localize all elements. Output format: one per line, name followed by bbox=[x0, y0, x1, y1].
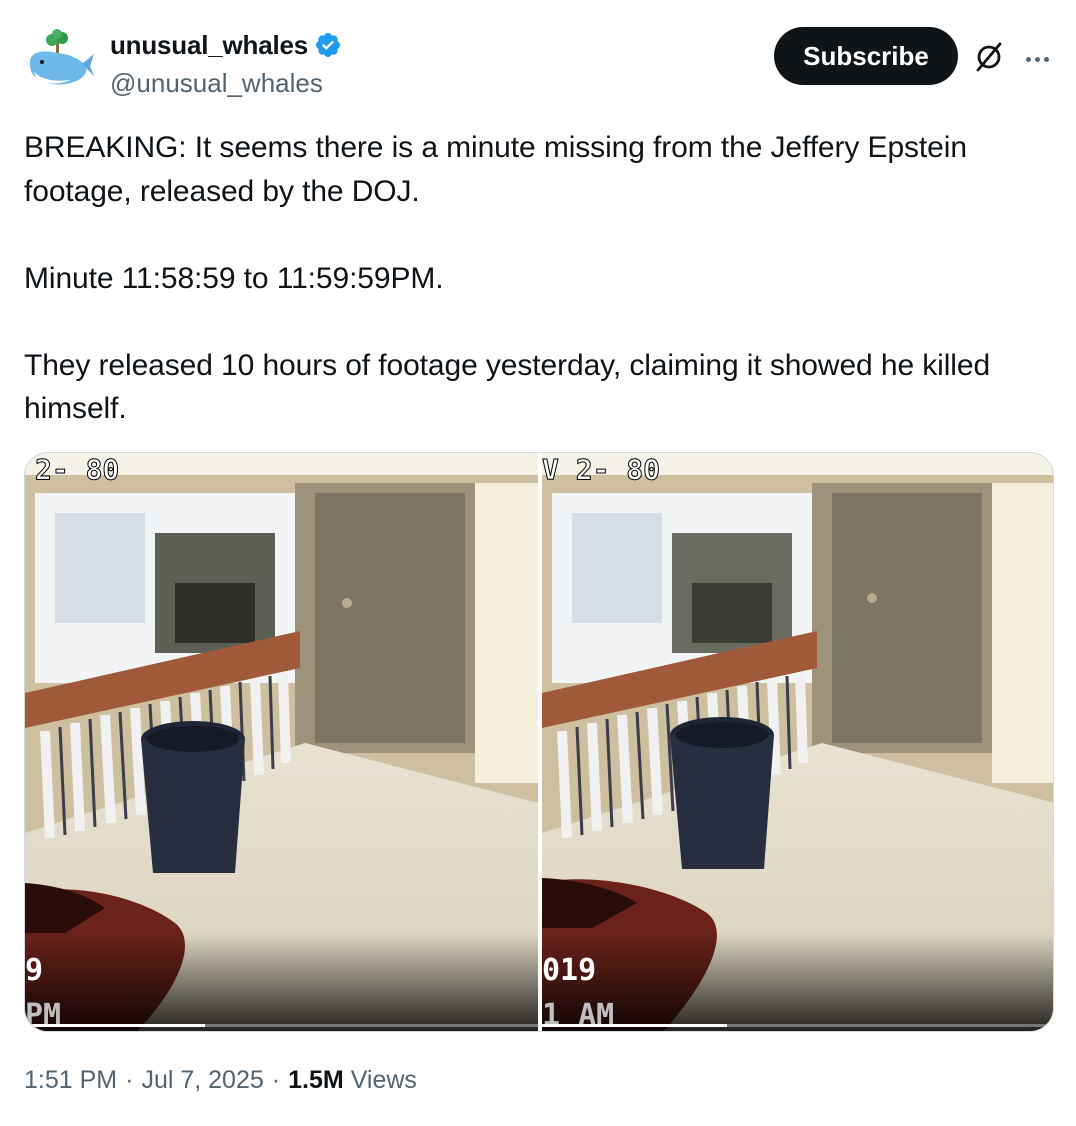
handle[interactable]: @unusual_whales bbox=[110, 68, 342, 99]
tweet-paragraph: Minute 11:58:59 to 11:59:59PM. bbox=[24, 261, 444, 295]
tweet-header: unusual_whales @unusual_whales Subscribe bbox=[24, 24, 1054, 104]
cctv-overlay-top: 2- 80 bbox=[35, 453, 119, 486]
tweet-paragraph: They released 10 hours of footage yester… bbox=[24, 348, 991, 426]
tweet-time[interactable]: 1:51 PM bbox=[24, 1066, 117, 1095]
more-horizontal-icon[interactable] bbox=[1020, 42, 1054, 76]
cctv-overlay-date: 019 bbox=[542, 953, 596, 988]
verified-badge-icon[interactable] bbox=[314, 31, 342, 59]
display-name-row: unusual_whales bbox=[110, 30, 342, 60]
name-block: unusual_whales @unusual_whales bbox=[110, 30, 342, 99]
cctv-still-left: 2- 80 9 PM bbox=[25, 453, 538, 1031]
tweet-meta: 1:51 PM · Jul 7, 2025 · 1.5M Views bbox=[24, 1066, 417, 1095]
display-name[interactable]: unusual_whales bbox=[110, 30, 308, 61]
grok-slash-icon[interactable] bbox=[972, 40, 1006, 74]
cctv-overlay-top: V 2- 80 bbox=[542, 453, 660, 486]
tweet-text: BREAKING: It seems there is a minute mis… bbox=[24, 126, 1064, 431]
cctv-still-right: V 2- 80 019 1 AM bbox=[542, 453, 1053, 1031]
tweet-date[interactable]: Jul 7, 2025 bbox=[141, 1066, 263, 1095]
views-label: Views bbox=[350, 1066, 417, 1094]
video-progress-fill bbox=[25, 1024, 205, 1027]
avatar[interactable] bbox=[24, 28, 96, 100]
whale-logo-icon bbox=[30, 29, 94, 85]
meta-separator: · bbox=[271, 1066, 281, 1094]
cctv-overlay-date: 9 bbox=[25, 953, 43, 988]
tweet-paragraph: BREAKING: It seems there is a minute mis… bbox=[24, 131, 967, 208]
subscribe-button[interactable]: Subscribe bbox=[774, 27, 958, 85]
video-progress-fill bbox=[542, 1024, 727, 1027]
video-thumbnail-right[interactable]: V 2- 80 019 1 AM bbox=[542, 453, 1053, 1031]
video-progress-bar[interactable] bbox=[25, 1024, 538, 1027]
video-progress-bar[interactable] bbox=[542, 1024, 1053, 1027]
views-count[interactable]: 1.5M bbox=[288, 1066, 344, 1095]
meta-separator: · bbox=[125, 1066, 134, 1094]
media-grid: 2- 80 9 PM V 2- 80 019 1 AM bbox=[24, 452, 1054, 1032]
video-thumbnail-left[interactable]: 2- 80 9 PM bbox=[25, 453, 538, 1031]
